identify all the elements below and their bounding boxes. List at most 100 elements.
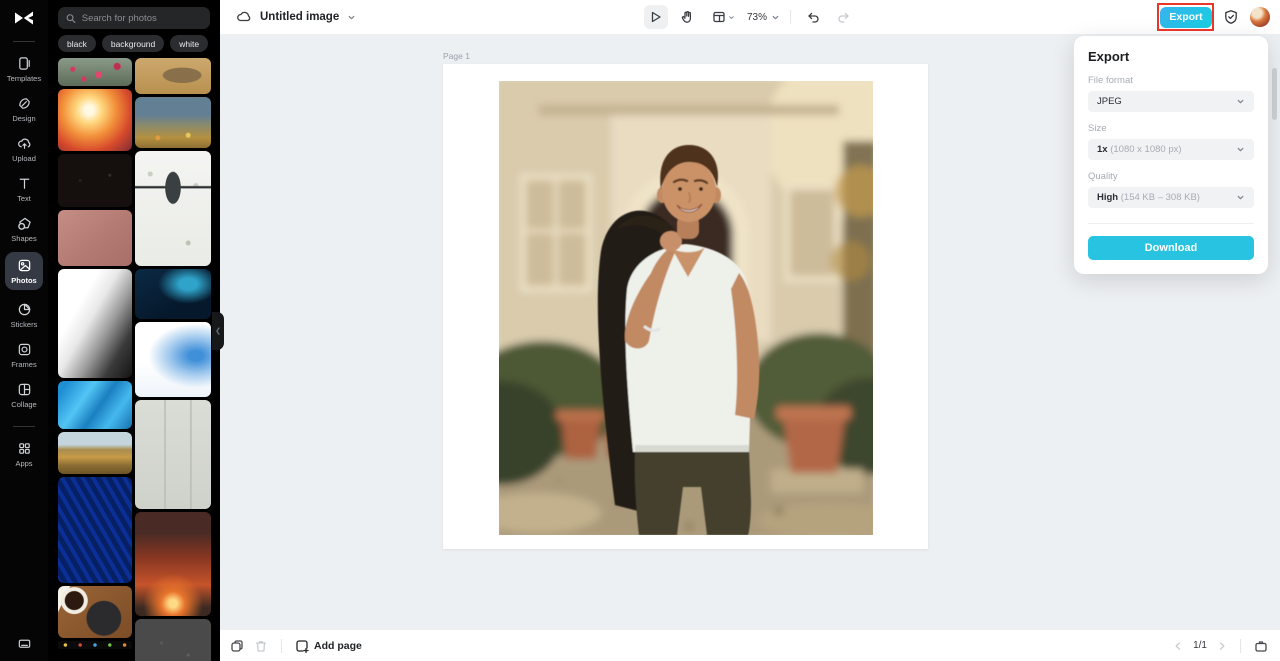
photo-thumbnail-dark-sparkle[interactable] bbox=[58, 154, 132, 207]
file-format-select[interactable]: JPEG bbox=[1088, 91, 1254, 112]
user-avatar[interactable] bbox=[1250, 7, 1270, 27]
delete-page-icon[interactable] bbox=[254, 639, 268, 653]
shapes-icon bbox=[17, 217, 31, 230]
divider bbox=[13, 41, 35, 42]
file-format-value: JPEG bbox=[1097, 96, 1122, 107]
search-input[interactable] bbox=[81, 12, 202, 24]
duplicate-page-icon[interactable] bbox=[230, 639, 244, 653]
add-page-label: Add page bbox=[314, 639, 362, 652]
collage-icon bbox=[18, 383, 30, 395]
filter-chip[interactable]: background bbox=[101, 35, 165, 52]
filter-chip[interactable]: black bbox=[58, 35, 96, 52]
photo-thumbnail-navy-texture[interactable] bbox=[58, 477, 132, 583]
chevron-down-icon bbox=[772, 15, 779, 19]
search-suggestion-chips: black background white bbox=[58, 35, 214, 52]
photo-search-box[interactable] bbox=[58, 7, 210, 29]
sidebar-item-label: Design bbox=[12, 113, 36, 123]
photo-results-grid bbox=[58, 58, 211, 661]
keyboard-icon bbox=[18, 639, 30, 648]
add-page-button[interactable]: Add page bbox=[295, 639, 362, 653]
top-toolbar: Untitled image 73% Export bbox=[220, 0, 1280, 34]
size-value-secondary: (1080 x 1080 px) bbox=[1110, 144, 1182, 155]
quality-value-secondary: (154 KB – 308 KB) bbox=[1120, 192, 1200, 203]
vertical-scrollbar[interactable] bbox=[1272, 68, 1277, 120]
text-icon bbox=[19, 178, 29, 189]
canvas-page[interactable] bbox=[443, 64, 928, 549]
size-value: 1x (1080 x 1080 px) bbox=[1097, 144, 1236, 155]
photo-thumbnail-coffee-desk[interactable] bbox=[58, 586, 132, 638]
photo-thumbnail-dark-blue-wave[interactable] bbox=[135, 269, 211, 319]
document-title[interactable]: Untitled image bbox=[260, 11, 339, 23]
export-button[interactable]: Export bbox=[1160, 6, 1212, 28]
chevron-down-icon bbox=[1237, 147, 1244, 152]
add-page-icon bbox=[296, 639, 309, 653]
photo-thumbnail-stone-on-sand[interactable] bbox=[135, 58, 211, 94]
size-label: Size bbox=[1088, 123, 1107, 134]
sidebar-item-stickers[interactable]: Stickers bbox=[2, 298, 46, 332]
quality-select[interactable]: High (154 KB – 308 KB) bbox=[1088, 187, 1254, 208]
photo-thumbnail-white-concrete[interactable] bbox=[135, 400, 211, 509]
photo-thumbnail-city-aerial[interactable] bbox=[135, 97, 211, 148]
download-button[interactable]: Download bbox=[1088, 236, 1254, 260]
cursor-icon bbox=[651, 11, 661, 23]
zoom-control[interactable]: 73% bbox=[747, 12, 780, 23]
photos-icon bbox=[18, 259, 30, 271]
quality-label: Quality bbox=[1088, 171, 1118, 182]
chevron-down-icon[interactable] bbox=[347, 13, 356, 22]
sidebar-item-collage[interactable]: Collage bbox=[2, 378, 46, 412]
file-format-label: File format bbox=[1088, 75, 1133, 86]
sidebar-item-label: Upload bbox=[12, 153, 36, 163]
apps-icon bbox=[18, 442, 30, 454]
sidebar-item-label: Collage bbox=[11, 399, 37, 409]
photo-thumbnail-icons-strip[interactable] bbox=[58, 641, 132, 649]
export-popover: Export File format JPEG Size 1x (1080 x … bbox=[1074, 36, 1268, 274]
upload-cloud-icon bbox=[17, 138, 30, 149]
sidebar-item-design[interactable]: Design bbox=[2, 92, 46, 126]
next-page-icon[interactable] bbox=[1217, 641, 1227, 651]
photo-thumbnail-white-blue-wave[interactable] bbox=[135, 322, 211, 397]
select-tool-button[interactable] bbox=[643, 5, 668, 29]
divider bbox=[1240, 638, 1241, 653]
divider bbox=[13, 426, 35, 427]
photo-thumbnail-red-flowers[interactable] bbox=[58, 58, 132, 86]
sidebar-item-label: Text bbox=[17, 193, 31, 203]
panel-collapse-handle[interactable]: ❮ bbox=[212, 312, 224, 350]
export-popover-title: Export bbox=[1088, 49, 1130, 64]
canvas-image-man-portrait[interactable] bbox=[499, 81, 873, 535]
size-value-primary: 1x bbox=[1097, 144, 1108, 155]
present-icon[interactable] bbox=[1254, 639, 1268, 653]
chevron-down-icon bbox=[1237, 195, 1244, 200]
photo-grid-column bbox=[58, 58, 132, 661]
photo-thumbnail-pink-texture[interactable] bbox=[58, 210, 132, 266]
redo-button[interactable] bbox=[832, 5, 856, 29]
sidebar-item-apps[interactable]: Apps bbox=[2, 437, 46, 471]
photo-thumbnail-bw-portrait[interactable] bbox=[58, 269, 132, 378]
layout-grid-icon bbox=[712, 11, 725, 23]
left-sidebar: Templates Design Upload Text Shapes Phot… bbox=[0, 0, 48, 661]
layout-tool-button[interactable] bbox=[706, 5, 740, 29]
undo-button[interactable] bbox=[801, 5, 825, 29]
chevron-down-icon bbox=[728, 15, 734, 19]
hand-tool-button[interactable] bbox=[675, 5, 699, 29]
photo-thumbnail-gray-texture[interactable] bbox=[135, 619, 211, 661]
previous-page-icon[interactable] bbox=[1173, 641, 1183, 651]
filter-chip[interactable]: white bbox=[170, 35, 209, 52]
photo-thumbnail-blue-silk[interactable] bbox=[58, 381, 132, 429]
privacy-shield-icon[interactable] bbox=[1223, 9, 1239, 25]
sidebar-item-templates[interactable]: Templates bbox=[2, 52, 46, 86]
sidebar-item-text[interactable]: Text bbox=[2, 172, 46, 206]
sidebar-item-shapes[interactable]: Shapes bbox=[2, 212, 46, 246]
size-select[interactable]: 1x (1080 x 1080 px) bbox=[1088, 139, 1254, 160]
photo-thumbnail-mountain-landscape[interactable] bbox=[58, 432, 132, 474]
photo-thumbnail-red-sunset[interactable] bbox=[135, 512, 211, 616]
cloud-save-icon[interactable] bbox=[236, 9, 252, 25]
shortcuts-button[interactable] bbox=[0, 636, 48, 651]
hand-icon bbox=[681, 11, 692, 23]
sidebar-item-frames[interactable]: Frames bbox=[2, 338, 46, 372]
photo-thumbnail-money-umbrella[interactable] bbox=[135, 151, 211, 266]
photo-thumbnail-heart-cloud-sunset[interactable] bbox=[58, 89, 132, 151]
sidebar-item-photos[interactable]: Photos bbox=[5, 252, 43, 290]
sidebar-item-label: Frames bbox=[11, 359, 37, 369]
capcut-logo[interactable] bbox=[11, 8, 37, 33]
sidebar-item-upload[interactable]: Upload bbox=[2, 132, 46, 166]
